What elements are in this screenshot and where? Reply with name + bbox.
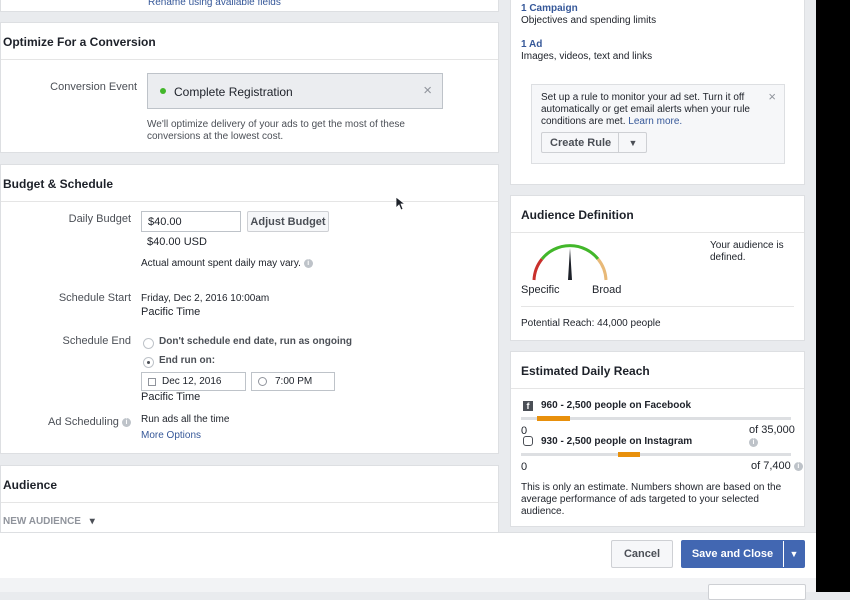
campaign-link[interactable]: 1 Campaign (521, 3, 578, 14)
conversion-event-value: Complete Registration (174, 85, 293, 99)
daily-budget-input[interactable]: $40.00 (141, 211, 241, 232)
end-date-input[interactable]: Dec 12, 2016 (141, 372, 246, 391)
ad-scheduling-label: Ad Scheduling i (21, 416, 131, 428)
daily-budget-label: Daily Budget (68, 213, 131, 225)
info-icon[interactable]: i (122, 417, 131, 427)
summary-card: 1 Campaign Objectives and spending limit… (510, 0, 805, 185)
top-card: Rename using available fields (0, 0, 499, 12)
close-icon[interactable]: × (768, 89, 776, 104)
potential-reach: Potential Reach: 44,000 people (521, 318, 661, 329)
budget-card: Budget & Schedule Daily Budget $40.00 Ad… (0, 164, 499, 454)
instagram-max-text: of 7,400 (751, 460, 791, 472)
instagram-icon (523, 436, 533, 446)
gauge-broad-label: Broad (592, 284, 622, 296)
instagram-reach-bar (521, 452, 791, 457)
create-rule-label: Create Rule (550, 136, 612, 149)
facebook-reach: 960 - 2,500 people on Facebook (541, 400, 692, 411)
end-ongoing-radio[interactable] (143, 338, 154, 349)
audience-title: Audience (3, 478, 58, 492)
new-audience-dropdown[interactable]: NEW AUDIENCE ▾ (3, 516, 95, 527)
ad-scheduling-value: Run ads all the time (141, 414, 230, 425)
instagram-reach: 930 - 2,500 people on Instagram (541, 436, 693, 447)
caret-down-icon: ▼ (618, 133, 647, 152)
ad-scheduling-label-text: Ad Scheduling (47, 416, 119, 428)
end-time-input[interactable]: 7:00 PM (251, 372, 335, 391)
ad-desc: Images, videos, text and links (521, 51, 653, 62)
vary-note: Actual amount spent daily may vary. i (141, 258, 313, 269)
save-close-button[interactable]: Save and Close ▼ (681, 540, 805, 568)
daily-reach-title: Estimated Daily Reach (521, 364, 650, 378)
facebook-icon: f (523, 401, 533, 411)
conversion-event-label: Conversion Event (50, 81, 137, 93)
footer-bar: Cancel Save and Close ▼ (0, 532, 816, 579)
clock-icon (258, 377, 267, 386)
daily-budget-value: $40.00 (148, 215, 182, 228)
below-footer-area (0, 578, 816, 600)
caret-down-icon: ▾ (89, 516, 95, 527)
info-icon[interactable]: i (749, 437, 758, 447)
audience-status: Your audience is defined. (710, 240, 784, 263)
vary-note-text: Actual amount spent daily may vary. (141, 258, 301, 269)
schedule-start-label: Schedule Start (58, 292, 131, 304)
audience-gauge (532, 244, 608, 281)
end-ongoing-label[interactable]: Don't schedule end date, run as ongoing (159, 336, 352, 347)
end-time-value: 7:00 PM (275, 376, 313, 387)
instagram-max: of 7,400 i (751, 460, 803, 472)
rename-link[interactable]: Rename using available fields (148, 0, 281, 8)
more-options-link[interactable]: More Options (141, 430, 201, 441)
schedule-end-label: Schedule End (62, 335, 132, 347)
reach-estimate-note: This is only an estimate. Numbers shown … (521, 482, 782, 517)
create-rule-button[interactable]: Create Rule ▼ (541, 132, 647, 153)
audience-definition-card: Audience Definition Specific Broad Your … (510, 195, 805, 341)
screen-edge (816, 0, 850, 592)
conversion-event-field[interactable]: Complete Registration × (147, 73, 443, 109)
partial-button[interactable] (708, 584, 806, 600)
calendar-icon (148, 377, 156, 386)
facebook-max-text: of 35,000 (749, 424, 795, 436)
budget-title: Budget & Schedule (3, 177, 114, 191)
schedule-start-tz: Pacific Time (141, 306, 201, 318)
save-close-label: Save and Close (691, 548, 774, 560)
rule-text: Set up a rule to monitor your ad set. Tu… (541, 92, 763, 128)
rule-box: Set up a rule to monitor your ad set. Tu… (531, 84, 785, 164)
conversion-help: We'll optimize delivery of your ads to g… (147, 119, 405, 142)
instagram-min: 0 (521, 461, 528, 473)
learn-more-link[interactable]: Learn more. (628, 116, 682, 127)
info-icon[interactable]: i (303, 258, 313, 268)
instagram-reach-fill (618, 452, 640, 457)
caret-down-icon[interactable]: ▼ (783, 541, 804, 567)
facebook-reach-bar (521, 416, 791, 421)
end-date-label[interactable]: End run on: (159, 355, 215, 366)
end-date-value: Dec 12, 2016 (162, 376, 222, 387)
info-icon[interactable]: i (793, 461, 803, 471)
audience-definition-title: Audience Definition (521, 208, 634, 222)
new-audience-label: NEW AUDIENCE (3, 516, 81, 527)
schedule-start-value: Friday, Dec 2, 2016 10:00am (141, 293, 270, 304)
status-dot-icon (160, 88, 166, 94)
facebook-reach-fill (537, 416, 570, 421)
facebook-max: of 35,000 i (749, 424, 804, 448)
gauge-specific-label: Specific (521, 284, 560, 296)
daily-reach-card: Estimated Daily Reach f 960 - 2,500 peop… (510, 351, 805, 527)
mouse-cursor (396, 197, 406, 211)
end-date-radio[interactable] (143, 357, 154, 368)
cancel-button[interactable]: Cancel (611, 540, 673, 568)
conversion-title: Optimize For a Conversion (3, 35, 156, 49)
clear-icon[interactable]: × (423, 82, 432, 99)
campaign-desc: Objectives and spending limits (521, 15, 657, 26)
schedule-end-tz: Pacific Time (141, 391, 201, 403)
audience-card: Audience NEW AUDIENCE ▾ (0, 465, 499, 535)
conversion-card: Optimize For a Conversion Conversion Eve… (0, 22, 499, 153)
adjust-budget-button[interactable]: Adjust Budget (247, 211, 329, 232)
ad-link[interactable]: 1 Ad (521, 39, 542, 50)
daily-budget-sub: $40.00 USD (147, 236, 207, 248)
